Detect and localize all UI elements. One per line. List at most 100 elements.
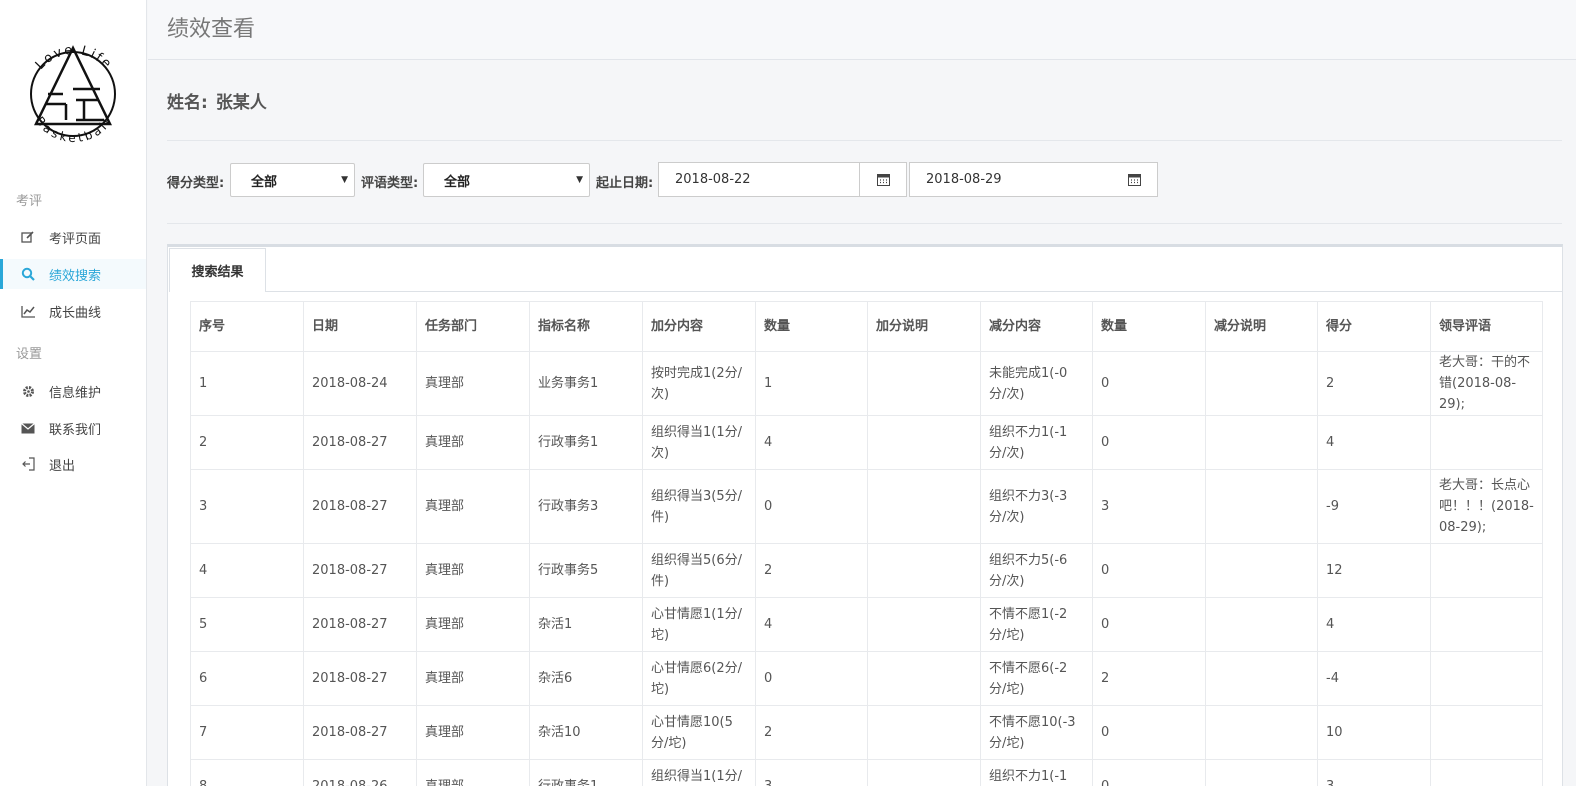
page-title: 绩效查看 bbox=[167, 17, 256, 42]
search-icon bbox=[20, 266, 36, 282]
table-cell bbox=[1205, 651, 1318, 706]
column-header[interactable]: 领导评语 bbox=[1430, 301, 1543, 352]
table-cell bbox=[1205, 597, 1318, 652]
table-cell: 真理部 bbox=[416, 651, 530, 706]
table-cell: 12 bbox=[1317, 543, 1431, 598]
table-cell: -4 bbox=[1317, 651, 1431, 706]
score-type-select[interactable]: 全部 ▼ bbox=[230, 163, 355, 197]
table-cell bbox=[867, 759, 981, 786]
comment-type-select[interactable]: 全部 ▼ bbox=[423, 163, 590, 197]
table-cell: 10 bbox=[1317, 705, 1431, 760]
column-header[interactable]: 日期 bbox=[303, 301, 417, 352]
sidebar-item-label: 绩效搜索 bbox=[49, 268, 102, 284]
table-cell: 2018-08-27 bbox=[303, 651, 417, 706]
table-cell: 1 bbox=[755, 351, 868, 416]
column-header[interactable]: 减分内容 bbox=[980, 301, 1093, 352]
envelope-icon bbox=[20, 420, 36, 436]
column-header[interactable]: 得分 bbox=[1317, 301, 1431, 352]
table-cell bbox=[1205, 469, 1318, 544]
table-row[interactable]: 2 2018-08-27 真理部 行政事务1 组织得当1(1分/次) 4 组织不… bbox=[190, 415, 1543, 470]
table-cell: 2018-08-27 bbox=[303, 415, 417, 470]
results-panel: 搜索结果 序号 日期 任务部门 指标名称 加分内容 数量 加分说明 减分内容 数… bbox=[167, 244, 1563, 786]
table-cell: 3 bbox=[190, 469, 304, 544]
start-date-picker-button[interactable] bbox=[860, 162, 907, 197]
column-header[interactable]: 加分说明 bbox=[867, 301, 981, 352]
table-row[interactable]: 8 2018-08-26 真理部 行政事务1 组织得当1(1分/次) 3 组织不… bbox=[190, 759, 1543, 786]
score-type-label: 得分类型: bbox=[167, 176, 225, 191]
start-date-input[interactable]: 2018-08-22 bbox=[658, 162, 860, 197]
table-cell bbox=[1430, 543, 1543, 598]
sidebar-item-contact-us[interactable]: 联系我们 bbox=[0, 413, 146, 443]
sidebar-item-review-page[interactable]: 考评页面 bbox=[0, 222, 146, 252]
table-cell: 3 bbox=[1092, 469, 1206, 544]
table-cell: 4 bbox=[190, 543, 304, 598]
table-cell: 真理部 bbox=[416, 705, 530, 760]
table-cell: 8 bbox=[190, 759, 304, 786]
table-cell: 组织得当5(6分/件) bbox=[642, 543, 756, 598]
column-header[interactable]: 序号 bbox=[190, 301, 304, 352]
divider bbox=[167, 140, 1562, 141]
table-cell bbox=[867, 543, 981, 598]
sidebar-item-label: 信息维护 bbox=[49, 385, 102, 401]
table-cell: 4 bbox=[1317, 415, 1431, 470]
column-header[interactable]: 减分说明 bbox=[1205, 301, 1318, 352]
table-cell: 0 bbox=[1092, 351, 1206, 416]
nav-section-review: 考评 bbox=[16, 194, 43, 209]
table-cell bbox=[1205, 415, 1318, 470]
caret-down-icon: ▼ bbox=[576, 175, 583, 185]
table-cell: 0 bbox=[1092, 705, 1206, 760]
love-life-basketball-logo: Love Life Basketball bbox=[30, 43, 116, 145]
gear-icon bbox=[20, 383, 36, 399]
table-cell: 0 bbox=[1092, 597, 1206, 652]
table-row[interactable]: 5 2018-08-27 真理部 杂活1 心甘情愿1(1分/坨) 4 不情不愿1… bbox=[190, 597, 1543, 652]
table-cell: 行政事务1 bbox=[529, 415, 643, 470]
table-cell bbox=[867, 469, 981, 544]
tab-search-results[interactable]: 搜索结果 bbox=[169, 248, 266, 292]
table-row[interactable]: 7 2018-08-27 真理部 杂活10 心甘情愿10(5分/坨) 2 不情不… bbox=[190, 705, 1543, 760]
comment-type-label: 评语类型: bbox=[361, 176, 419, 191]
table-cell: 真理部 bbox=[416, 597, 530, 652]
edit-icon bbox=[20, 229, 36, 245]
name-label: 姓名: bbox=[167, 93, 208, 113]
table-cell: 组织不力1(-1分/次) bbox=[980, 415, 1093, 470]
table-cell: 心甘情愿1(1分/坨) bbox=[642, 597, 756, 652]
column-header[interactable]: 任务部门 bbox=[416, 301, 530, 352]
table-cell: 组织得当1(1分/次) bbox=[642, 759, 756, 786]
table-row[interactable]: 4 2018-08-27 真理部 行政事务5 组织得当5(6分/件) 2 组织不… bbox=[190, 543, 1543, 598]
end-date-input[interactable]: 2018-08-29 bbox=[909, 162, 1112, 197]
calendar-icon bbox=[876, 174, 890, 186]
table-row[interactable]: 3 2018-08-27 真理部 行政事务3 组织得当3(5分/件) 0 组织不… bbox=[190, 469, 1543, 544]
table-cell: 杂活10 bbox=[529, 705, 643, 760]
table-cell: 4 bbox=[755, 597, 868, 652]
table-header-row: 序号 日期 任务部门 指标名称 加分内容 数量 加分说明 减分内容 数量 减分说… bbox=[190, 301, 1543, 352]
sidebar-item-logout[interactable]: 退出 bbox=[0, 449, 146, 479]
table-row[interactable]: 1 2018-08-24 真理部 业务事务1 按时完成1(2分/次) 1 未能完… bbox=[190, 351, 1543, 416]
table-cell: 杂活6 bbox=[529, 651, 643, 706]
sidebar-item-growth-curve[interactable]: 成长曲线 bbox=[0, 296, 146, 326]
table-cell bbox=[867, 597, 981, 652]
table-cell: 4 bbox=[1317, 597, 1431, 652]
table-cell: 真理部 bbox=[416, 351, 530, 416]
table-cell: 组织得当3(5分/件) bbox=[642, 469, 756, 544]
table-cell: 7 bbox=[190, 705, 304, 760]
table-cell bbox=[1205, 759, 1318, 786]
table-cell bbox=[867, 415, 981, 470]
table-cell: 3 bbox=[755, 759, 868, 786]
column-header[interactable]: 数量 bbox=[1092, 301, 1206, 352]
score-type-value: 全部 bbox=[251, 174, 278, 190]
table-row[interactable]: 6 2018-08-27 真理部 杂活6 心甘情愿6(2分/坨) 0 不情不愿6… bbox=[190, 651, 1543, 706]
table-cell: 2018-08-24 bbox=[303, 351, 417, 416]
column-header[interactable]: 加分内容 bbox=[642, 301, 756, 352]
employee-name: 姓名: 张某人 bbox=[167, 88, 267, 113]
sidebar-item-label: 成长曲线 bbox=[49, 305, 102, 321]
table-cell: 行政事务3 bbox=[529, 469, 643, 544]
table-cell: 0 bbox=[1092, 759, 1206, 786]
sidebar-item-performance-search[interactable]: 绩效搜索 bbox=[0, 259, 146, 289]
table-cell: 0 bbox=[755, 469, 868, 544]
table-cell: 2 bbox=[1092, 651, 1206, 706]
sidebar-item-info-maintenance[interactable]: 信息维护 bbox=[0, 376, 146, 406]
end-date-picker-button[interactable] bbox=[1111, 162, 1158, 197]
column-header[interactable]: 指标名称 bbox=[529, 301, 643, 352]
table-cell: 6 bbox=[190, 651, 304, 706]
column-header[interactable]: 数量 bbox=[755, 301, 868, 352]
